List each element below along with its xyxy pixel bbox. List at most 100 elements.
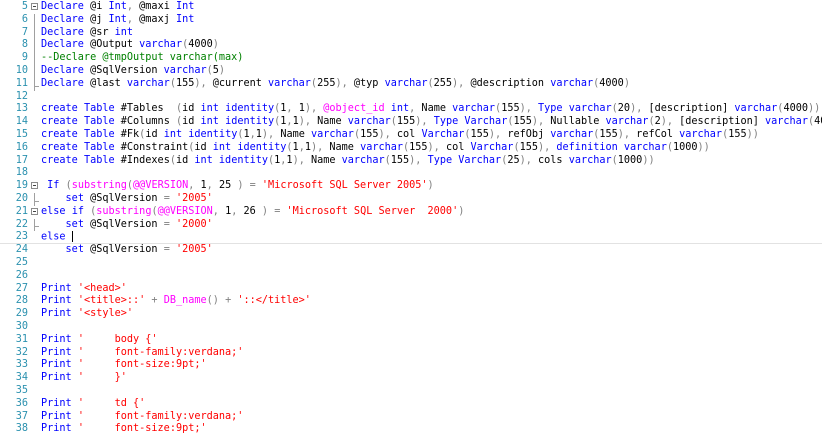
operator-token: ), <box>194 77 207 89</box>
function-token: @@VERSION <box>133 180 189 192</box>
code-line[interactable]: 17 create Table #Indexes(id int identity(… <box>0 155 822 168</box>
code-line[interactable]: 37 Print ' font-family:verdana;' <box>0 411 822 424</box>
keyword-token: Int <box>175 1 195 12</box>
collapse-icon[interactable] <box>31 207 38 215</box>
code-line[interactable]: 12 <box>0 91 822 104</box>
code-line[interactable]: 10 Declare @SqlVersion varchar(5) <box>0 64 822 78</box>
code-line[interactable]: 19 If (substring(@@VERSION, 1, 25 ) = 'M… <box>0 180 822 193</box>
keyword-token: Varchar <box>421 128 465 140</box>
code-text: set @SqlVersion = '2005' <box>41 244 213 257</box>
keyword-token: else <box>41 231 66 243</box>
keyword-token: varchar <box>623 141 667 153</box>
keyword-token: varchar <box>550 128 594 140</box>
collapse-icon[interactable] <box>31 3 38 10</box>
string-token: ' font-size:9pt;' <box>77 423 207 435</box>
operator-token: ), <box>660 116 673 128</box>
code-line[interactable]: 24 set @SqlVersion = '2005' <box>0 244 822 257</box>
keyword-token: Print <box>41 359 72 371</box>
text-token: @SqlVersion <box>83 64 164 76</box>
keyword-token: create <box>41 141 78 153</box>
code-line[interactable]: 9 --Declare @tmpOutput varchar(max) <box>0 52 822 65</box>
keyword-token: Declare <box>41 39 84 51</box>
text-token: #Constraint <box>114 141 189 153</box>
code-line[interactable]: 32 Print ' font-family:verdana;' <box>0 347 822 360</box>
code-line[interactable]: 34 Print ' }' <box>0 372 822 385</box>
text-token: Name <box>310 116 348 128</box>
keyword-token: Print <box>41 423 72 435</box>
code-line[interactable]: 28 Print '<title>::' + DB_name() + '::</t… <box>0 295 822 308</box>
code-line[interactable]: 11 Declare @last varchar(155), @current v… <box>0 77 822 91</box>
keyword-token: identity <box>218 154 268 166</box>
code-line[interactable]: 13 create Table #Tables (id int identity(… <box>0 103 822 116</box>
line-number: 15 <box>15 128 28 140</box>
string-token: '2000' <box>175 218 213 230</box>
keyword-token: Varchar <box>464 116 508 128</box>
operator-token: ) <box>623 77 630 89</box>
keyword-token: Varchar <box>458 154 502 166</box>
code-line[interactable]: 31 Print ' body {' <box>0 334 822 347</box>
code-line[interactable]: 7 Declare @sr int <box>0 26 822 40</box>
code-line[interactable]: 18 <box>0 167 822 180</box>
text-token: 25 <box>507 154 520 166</box>
operator-token: ) <box>218 64 226 76</box>
keyword-token: int <box>114 26 134 38</box>
code-line[interactable]: 35 <box>0 385 822 398</box>
sql-code-editor[interactable]: 5 Declare @i Int, @maxi Int 6 Declare @j In… <box>0 0 822 436</box>
text-token: refCol <box>630 128 680 140</box>
string-token: ' body {' <box>77 333 158 345</box>
line-number: 23 <box>15 231 28 243</box>
line-number: 32 <box>15 346 28 358</box>
code-line[interactable]: 38 Print ' font-size:9pt;' <box>0 423 822 436</box>
code-area[interactable]: 5 Declare @i Int, @maxi Int 6 Declare @j In… <box>0 1 822 436</box>
text-token: 155 <box>470 128 489 140</box>
keyword-token: varchar <box>311 128 354 140</box>
code-text: create Table #Indexes(id int identity(1,… <box>41 155 655 168</box>
keyword-token: Declare <box>41 13 84 25</box>
code-text: Print ' font-size:9pt;' <box>41 423 207 436</box>
collapse-icon[interactable] <box>31 182 38 190</box>
code-line[interactable]: 23 else <box>0 231 822 245</box>
code-line[interactable]: 29 Print '<style>' <box>0 308 822 321</box>
keyword-token: varchar <box>267 77 311 89</box>
text-token: Name <box>323 141 361 153</box>
code-line[interactable]: 36 Print ' td {' <box>0 398 822 411</box>
keyword-token: varchar <box>163 64 207 76</box>
keyword-token: Type <box>433 116 459 128</box>
code-line[interactable]: 30 <box>0 321 822 334</box>
keyword-token: varchar <box>568 154 612 166</box>
text-token: 1 <box>292 103 305 115</box>
text-token: @SqlVersion <box>83 244 164 256</box>
code-line[interactable]: 25 <box>0 257 822 270</box>
keyword-token: Type <box>538 103 563 115</box>
keyword-token: varchar <box>765 116 808 128</box>
operator-token: ), <box>335 77 348 89</box>
keyword-token: identity <box>225 116 275 128</box>
code-line[interactable]: 14 create Table #Columns (id int identity… <box>0 116 822 129</box>
code-line[interactable]: 15 create Table #Fk(id int identity(1,1),… <box>0 129 822 142</box>
code-line[interactable]: 6 Declare @j Int, @maxj Int <box>0 13 822 27</box>
operator-token: ), <box>452 77 465 89</box>
code-line[interactable]: 26 <box>0 270 822 283</box>
function-token: DB_name <box>163 295 207 307</box>
code-line[interactable]: 5 Declare @i Int, @maxi Int <box>0 1 822 14</box>
keyword-token: definition <box>556 141 618 153</box>
text-token: id <box>175 154 195 166</box>
keyword-token: int <box>212 141 232 153</box>
keyword-token: else <box>41 205 66 217</box>
code-line[interactable]: 8 Declare @Output varchar(4000) <box>0 39 822 53</box>
string-token: '2005' <box>175 244 213 256</box>
operator-token: () <box>206 295 219 307</box>
text-token: 1000 <box>617 154 643 166</box>
code-line[interactable]: 16 create Table #Constraint(id int identi… <box>0 142 822 155</box>
line-number: 19 <box>15 180 28 192</box>
code-line[interactable]: 22 set @SqlVersion = '2000' <box>0 218 822 232</box>
text-token: 4000 <box>599 77 624 89</box>
code-line[interactable]: 21 else if (substring(@@VERSION, 1, 26 ) … <box>0 206 822 219</box>
string-token: '<head>' <box>77 282 127 294</box>
code-line[interactable]: 27 Print '<head>' <box>0 283 822 296</box>
code-line[interactable]: 20 set @SqlVersion = '2005' <box>0 192 822 206</box>
string-token: 'Microsoft SQL Server 2000' <box>286 205 459 217</box>
operator-token: )) <box>642 154 655 166</box>
code-line[interactable]: 33 Print ' font-size:9pt;' <box>0 359 822 372</box>
